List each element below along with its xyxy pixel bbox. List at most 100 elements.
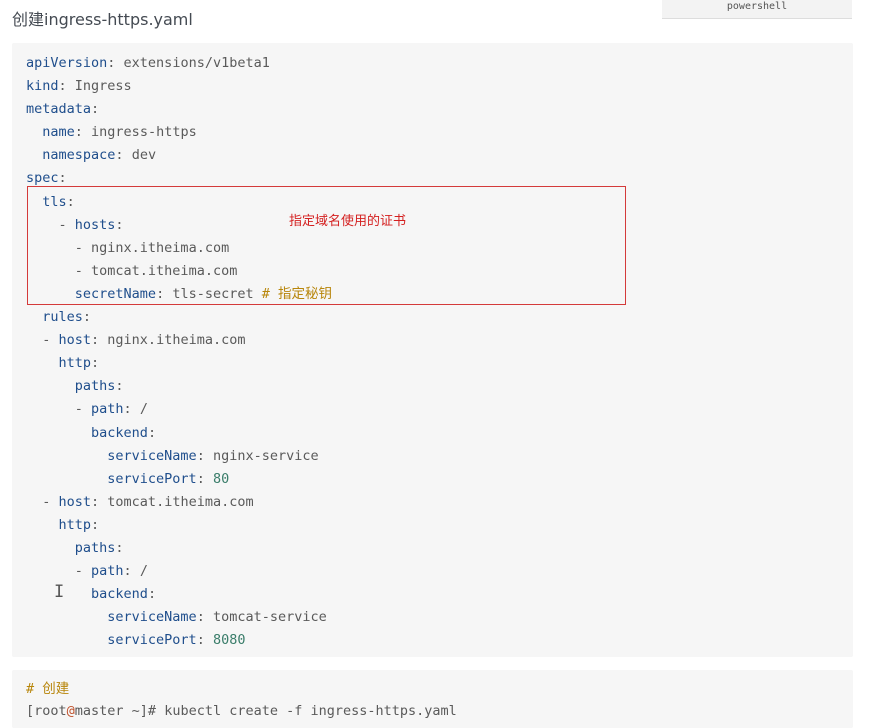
code-key: serviceName	[107, 447, 197, 464]
code-separator: :	[115, 147, 132, 164]
code-key: paths	[74, 539, 116, 556]
code-indent: -	[26, 563, 92, 580]
code-key: host	[58, 493, 92, 510]
code-key: path	[91, 563, 124, 580]
prompt-host: master ~]#	[74, 703, 165, 719]
language-tab[interactable]: powershell	[662, 0, 852, 19]
code-indent: -	[26, 401, 92, 418]
code-key: http	[58, 516, 92, 533]
command-comment: # 创建	[26, 681, 70, 697]
code-key: namespace	[42, 147, 116, 164]
code-value: nginx.itheima.com	[107, 332, 246, 349]
code-key: host	[58, 332, 92, 349]
code-key: spec	[26, 170, 59, 187]
code-key: serviceName	[107, 609, 197, 626]
code-value: ingress-https	[91, 124, 197, 141]
code-value: 80	[212, 470, 230, 487]
code-line: apiVersion: extensions/v1beta1	[26, 52, 332, 75]
code-key: apiVersion	[26, 55, 108, 71]
code-line: servicePort: 80	[26, 468, 332, 491]
code-separator: :	[196, 447, 213, 464]
code-separator: :	[91, 332, 108, 349]
code-value: /	[139, 563, 148, 580]
code-value: 8080	[212, 632, 246, 649]
code-separator: :	[123, 563, 140, 580]
command-line: [root@master ~]# kubectl create -f ingre…	[26, 700, 457, 722]
code-line: - path: /	[26, 560, 332, 583]
code-separator: :	[147, 586, 157, 603]
text-cursor-icon: I	[54, 582, 65, 602]
code-value: tomcat.itheima.com	[107, 493, 254, 510]
code-separator: :	[196, 470, 213, 487]
code-line: - host: tomcat.itheima.com	[26, 491, 332, 514]
code-line: paths:	[26, 375, 332, 398]
command-comment-line: # 创建	[26, 678, 457, 700]
code-key: servicePort	[107, 470, 197, 487]
code-value: extensions/v1beta1	[123, 55, 270, 71]
code-line: backend:	[26, 583, 332, 606]
code-separator: :	[107, 55, 124, 71]
code-value: tomcat-service	[212, 609, 327, 626]
code-key: http	[58, 355, 92, 372]
code-line: backend:	[26, 422, 332, 445]
code-key: paths	[74, 378, 116, 395]
code-line: kind: Ingress	[26, 75, 332, 98]
code-value: /	[139, 401, 148, 418]
code-separator: :	[91, 516, 100, 533]
code-line: name: ingress-https	[26, 121, 332, 144]
code-line: http:	[26, 352, 332, 375]
code-key: metadata	[26, 101, 92, 118]
code-key: backend	[91, 586, 148, 603]
code-line: servicePort: 8080	[26, 629, 332, 652]
code-line: paths:	[26, 537, 332, 560]
code-line: metadata:	[26, 98, 332, 121]
tls-annotation: 指定域名使用的证书	[289, 214, 407, 229]
code-key: rules	[42, 309, 83, 326]
code-indent: -	[26, 493, 59, 510]
code-separator: :	[74, 124, 92, 141]
code-value: nginx-service	[212, 447, 319, 464]
code-separator: :	[82, 309, 92, 326]
code-separator: :	[91, 101, 100, 118]
prompt-at: @	[66, 703, 75, 719]
code-separator: :	[115, 539, 124, 556]
code-line: - path: /	[26, 398, 332, 421]
code-key: name	[42, 124, 75, 141]
code-line: namespace: dev	[26, 144, 332, 167]
code-key: servicePort	[107, 632, 197, 649]
code-separator: :	[58, 78, 75, 95]
code-separator: :	[58, 170, 67, 187]
code-key: backend	[91, 424, 148, 441]
page-title: 创建ingress-https.yaml	[12, 10, 193, 29]
code-line: http:	[26, 514, 332, 537]
code-content: apiVersion: extensions/v1beta1 kind: Ingr…	[26, 52, 332, 652]
prompt-user: [root	[26, 703, 67, 719]
code-separator: :	[123, 401, 140, 418]
code-value: dev	[131, 147, 157, 164]
code-indent: -	[26, 332, 59, 349]
code-separator: :	[196, 609, 213, 626]
yaml-code-block: apiVersion: extensions/v1beta1 kind: Ingr…	[12, 43, 853, 657]
code-separator: :	[115, 378, 124, 395]
code-separator: :	[196, 632, 213, 649]
code-line: serviceName: nginx-service	[26, 445, 332, 468]
code-key: kind	[26, 78, 59, 95]
code-key: path	[91, 401, 124, 418]
code-line: serviceName: tomcat-service	[26, 606, 332, 629]
code-value: Ingress	[74, 78, 132, 95]
code-separator: :	[91, 355, 100, 372]
code-separator: :	[91, 493, 108, 510]
code-separator: :	[147, 424, 157, 441]
